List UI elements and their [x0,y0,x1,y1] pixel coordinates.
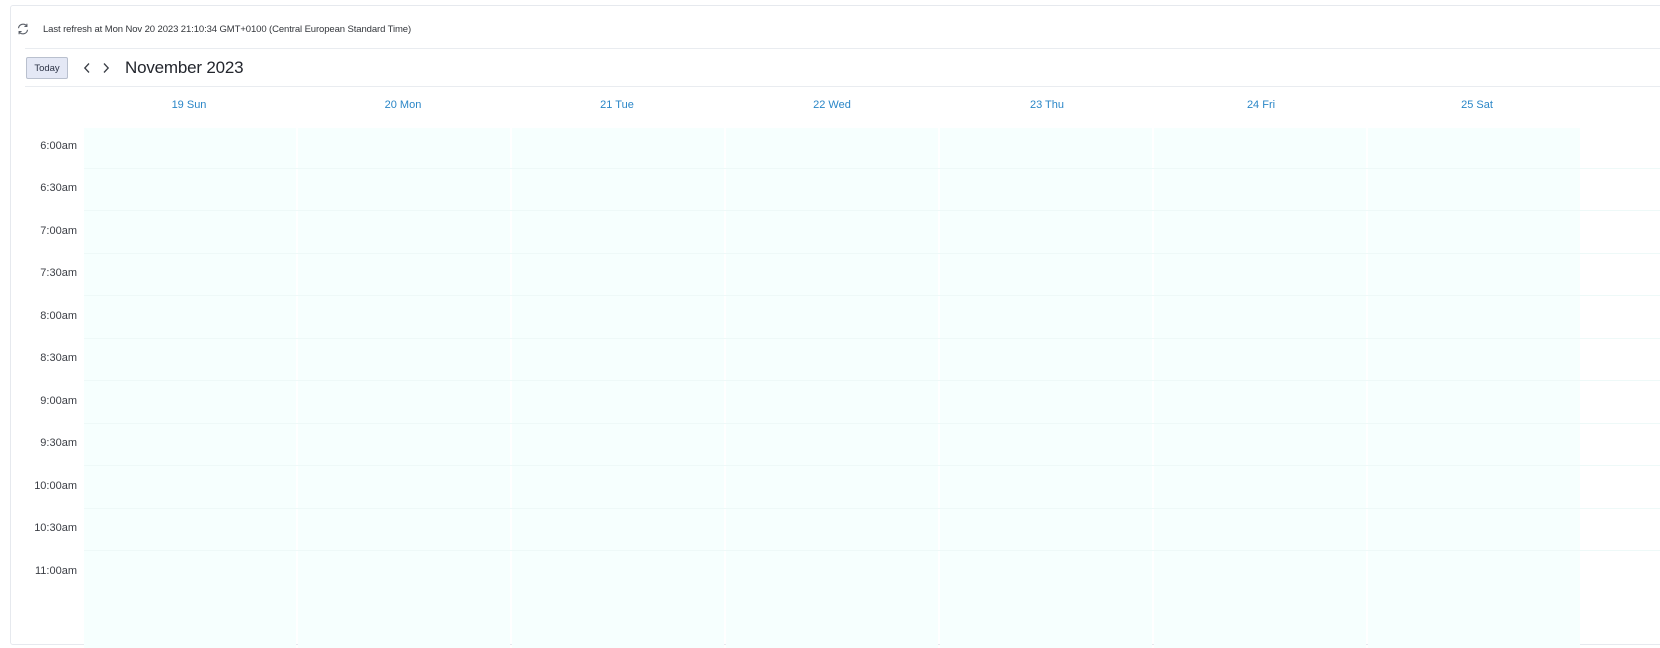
time-label: 10:30am [34,522,77,534]
slot-divider [84,210,1660,211]
day-column-sun[interactable] [84,128,296,648]
day-column-thu[interactable] [940,128,1152,648]
slot-divider [84,508,1660,509]
chevron-right-icon[interactable] [99,58,113,78]
last-refresh-text: Last refresh at Mon Nov 20 2023 21:10:34… [43,23,412,35]
day-header-wed[interactable]: 22 Wed [725,99,939,111]
slot-divider [84,465,1660,466]
day-header-mon[interactable]: 20 Mon [296,99,510,111]
calendar-toolbar: Today November 2023 [26,56,244,80]
header-divider [25,48,1660,49]
time-label: 7:00am [40,225,77,237]
day-column-sat[interactable] [1368,128,1580,648]
day-header-sun[interactable]: 19 Sun [82,99,296,111]
slot-divider [84,550,1660,551]
day-column-mon[interactable] [298,128,510,648]
refresh-icon[interactable] [16,22,30,36]
slot-divider [84,338,1660,339]
slot-divider [84,295,1660,296]
day-header-fri[interactable]: 24 Fri [1154,99,1368,111]
refresh-bar: Last refresh at Mon Nov 20 2023 21:10:34… [16,21,411,37]
slot-divider [84,380,1660,381]
day-header-tue[interactable]: 21 Tue [510,99,724,111]
time-label: 6:30am [40,182,77,194]
month-title: November 2023 [125,58,244,77]
time-label: 10:00am [34,480,77,492]
time-label: 7:30am [40,267,77,279]
time-label: 9:00am [40,395,77,407]
toolbar-divider [25,86,1660,87]
chevron-left-icon[interactable] [80,58,94,78]
day-header-thu[interactable]: 23 Thu [940,99,1154,111]
slot-divider [84,423,1660,424]
day-column-fri[interactable] [1154,128,1366,648]
slot-divider [84,253,1660,254]
time-label: 9:30am [40,437,77,449]
time-label: 8:30am [40,352,77,364]
time-label: 8:00am [40,310,77,322]
time-label: 6:00am [40,140,77,152]
day-column-wed[interactable] [726,128,938,648]
day-header-sat[interactable]: 25 Sat [1370,99,1584,111]
day-column-tue[interactable] [512,128,724,648]
time-label: 11:00am [35,565,77,577]
slot-divider [84,168,1660,169]
today-button[interactable]: Today [26,57,68,79]
